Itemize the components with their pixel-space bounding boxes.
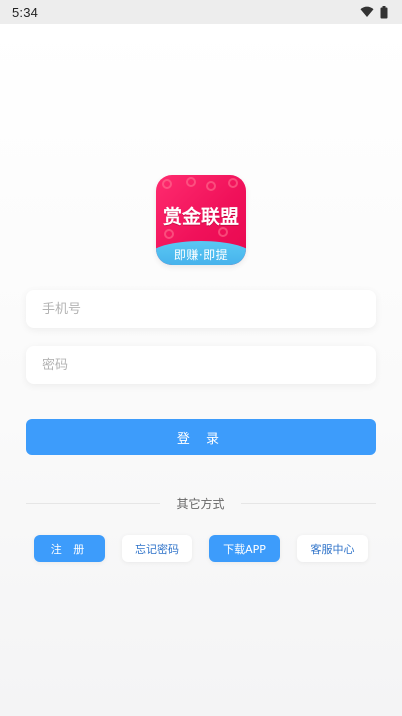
customer-service-button[interactable]: 客服中心 (297, 535, 368, 562)
wifi-icon (360, 6, 374, 17)
password-field-container (26, 346, 376, 384)
register-button[interactable]: 注 册 (34, 535, 105, 562)
battery-icon (380, 5, 388, 18)
app-logo: 赏金联盟 即赚·即提 (156, 175, 246, 265)
divider-left (26, 503, 160, 504)
logo-title: 赏金联盟 (162, 206, 239, 228)
divider-right (241, 503, 376, 504)
download-app-button[interactable]: 下载APP (209, 535, 280, 562)
phone-field-container (26, 290, 376, 328)
password-input[interactable] (26, 346, 376, 384)
phone-input[interactable] (26, 290, 376, 328)
status-bar: 5:34 (0, 0, 402, 24)
status-icons (360, 5, 388, 19)
status-time: 5:34 (12, 4, 39, 20)
logo-subtitle: 即赚·即提 (173, 248, 229, 262)
forgot-password-button[interactable]: 忘记密码 (122, 535, 192, 562)
other-methods-label: 其它方式 (176, 497, 225, 511)
login-button[interactable]: 登 录 (26, 419, 376, 455)
